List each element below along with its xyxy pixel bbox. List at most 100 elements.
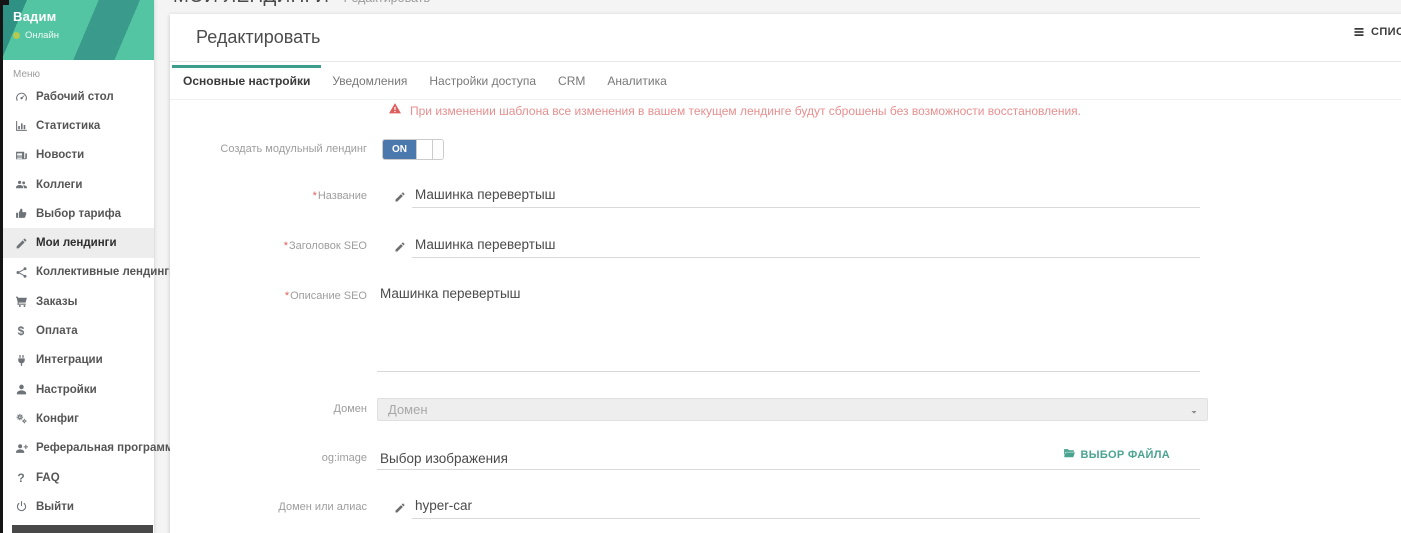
sidebar-item-label: Коллективные лендинги [36, 266, 176, 278]
og-image-picker[interactable]: Выбор изображения ВЫБОР ФАЙЛА [377, 447, 1200, 470]
sidebar-item-my-landings[interactable]: Мои лендинги [0, 228, 154, 257]
warning-text: При изменении шаблона все изменения в ва… [410, 104, 1081, 118]
folder-icon [1063, 447, 1076, 463]
plug-icon [13, 354, 29, 367]
modular-landing-label: Создать модульный лендинг [170, 143, 367, 156]
page-title-row: Мои лендинги Редактировать [173, 0, 430, 8]
toggle-knob [416, 140, 433, 159]
warning-icon [388, 102, 402, 120]
gears-icon [13, 412, 29, 425]
required-mark: * [285, 290, 289, 302]
choose-file-button[interactable]: ВЫБОР ФАЙЛА [1063, 447, 1171, 463]
alias-label: Домен или алиас [170, 501, 367, 514]
bar-chart-icon [13, 119, 29, 132]
sidebar-item-statistics[interactable]: Статистика [0, 111, 154, 140]
sidebar-item-label: Новости [36, 149, 84, 161]
list-icon [1353, 26, 1365, 38]
sidebar-menu: Рабочий стол Статистика Новости Коллеги Выбо… [0, 82, 154, 521]
sidebar-item-collective-landings[interactable]: Коллективные лендинги [0, 258, 154, 287]
share-icon [13, 266, 29, 279]
seo-title-input[interactable] [412, 236, 1200, 258]
window-corner [0, 0, 9, 5]
thumbs-up-icon [13, 207, 29, 220]
seo-description-label-text: Описание SEO [290, 290, 367, 302]
tab-access-settings[interactable]: Настройки доступа [418, 62, 547, 99]
list-button[interactable]: СПИСОК [1353, 26, 1401, 38]
page-title: Мои лендинги [173, 0, 329, 7]
sidebar-item-label: FAQ [36, 472, 60, 484]
sidebar-item-dashboard[interactable]: Рабочий стол [0, 82, 154, 111]
domain-select[interactable]: Домен [377, 398, 1208, 421]
tab-main-settings[interactable]: Основные настройки [172, 62, 321, 99]
sidebar-item-label: Рабочий стол [36, 91, 114, 103]
seo-title-label: *Заголовок SEO [170, 240, 367, 253]
sidebar-item-logout[interactable]: Выйти [0, 492, 154, 521]
card-heading: Редактировать [196, 27, 320, 48]
tab-analytics[interactable]: Аналитика [596, 62, 677, 99]
sidebar-item-news[interactable]: Новости [0, 141, 154, 170]
power-icon [13, 500, 29, 513]
question-icon: ? [13, 471, 29, 485]
domain-label: Домен [170, 403, 367, 416]
sidebar-item-referral[interactable]: Реферальная программа [0, 434, 154, 463]
og-image-label: og:image [170, 452, 367, 465]
sidebar-bottom-cut-element [12, 525, 153, 533]
name-label-text: Название [318, 190, 367, 202]
sidebar-item-integrations[interactable]: Интеграции [0, 346, 154, 375]
name-input[interactable] [412, 186, 1200, 208]
users-icon [13, 178, 29, 191]
edit-card: Редактировать СПИСОК Основные настройкиУ… [170, 14, 1401, 533]
sidebar-item-colleagues[interactable]: Коллеги [0, 170, 154, 199]
seo-description-textarea[interactable]: Машинка перевертыш [377, 285, 1200, 372]
pen-icon [13, 237, 29, 250]
seo-description-label: *Описание SEO [170, 285, 367, 303]
seo-title-label-text: Заголовок SEO [289, 240, 367, 252]
sidebar-menu-label: Меню [0, 60, 154, 82]
newspaper-icon [13, 149, 29, 162]
alias-input[interactable] [412, 497, 1200, 519]
toggle-track [433, 140, 443, 159]
sidebar: Вадим Онлайн Меню Рабочий столСтатистика… [0, 0, 155, 533]
tab-crm[interactable]: CRM [547, 62, 596, 99]
required-mark: * [313, 190, 317, 202]
template-warning: При изменении шаблона все изменения в ва… [388, 102, 1081, 120]
list-button-label: СПИСОК [1371, 26, 1401, 38]
og-image-value: Выбор изображения [380, 451, 508, 466]
sidebar-item-faq[interactable]: ? FAQ [0, 463, 154, 492]
seo-title-row: *Заголовок SEO [170, 235, 1200, 258]
required-mark: * [284, 240, 288, 252]
caret-down-icon [1189, 405, 1199, 420]
tab-notifications[interactable]: Уведомления [321, 62, 418, 99]
sidebar-item-label: Статистика [36, 120, 100, 132]
user-plus-icon [13, 442, 29, 455]
sidebar-item-label: Реферальная программа [36, 442, 180, 454]
pencil-icon [394, 502, 412, 514]
seo-description-row: *Описание SEO Машинка перевертыш [170, 285, 1200, 372]
sidebar-item-label: Конфиг [36, 413, 79, 425]
pencil-icon [394, 241, 412, 253]
alias-row: Домен или алиас [170, 496, 1200, 519]
sidebar-item-label: Настройки [36, 384, 97, 396]
domain-select-value: Домен [388, 402, 428, 417]
name-label: *Название [170, 190, 367, 203]
pencil-icon [394, 191, 412, 203]
online-status-dot [13, 32, 20, 39]
og-image-row: og:image Выбор изображения ВЫБОР ФАЙЛА [170, 447, 1200, 470]
user-icon [13, 383, 29, 396]
sidebar-item-label: Мои лендинги [36, 237, 117, 249]
dollar-icon: $ [13, 324, 29, 338]
modular-landing-toggle[interactable]: ON [382, 139, 444, 160]
sidebar-item-settings[interactable]: Настройки [0, 375, 154, 404]
sidebar-item-label: Выбор тарифа [36, 208, 121, 220]
sidebar-item-label: Коллеги [36, 179, 82, 191]
sidebar-item-payment[interactable]: $Оплата [0, 316, 154, 345]
sidebar-item-tariff[interactable]: Выбор тарифа [0, 199, 154, 228]
modular-landing-row: Создать модульный лендинг ON [170, 136, 1200, 162]
toggle-on-label: ON [383, 140, 416, 159]
user-status-label: Онлайн [25, 30, 59, 41]
window-edge [0, 0, 3, 533]
user-status: Онлайн [13, 30, 154, 41]
sidebar-item-config[interactable]: Конфиг [0, 404, 154, 433]
sidebar-item-orders[interactable]: Заказы [0, 287, 154, 316]
tabs: Основные настройкиУведомленияНастройки д… [170, 62, 1401, 100]
